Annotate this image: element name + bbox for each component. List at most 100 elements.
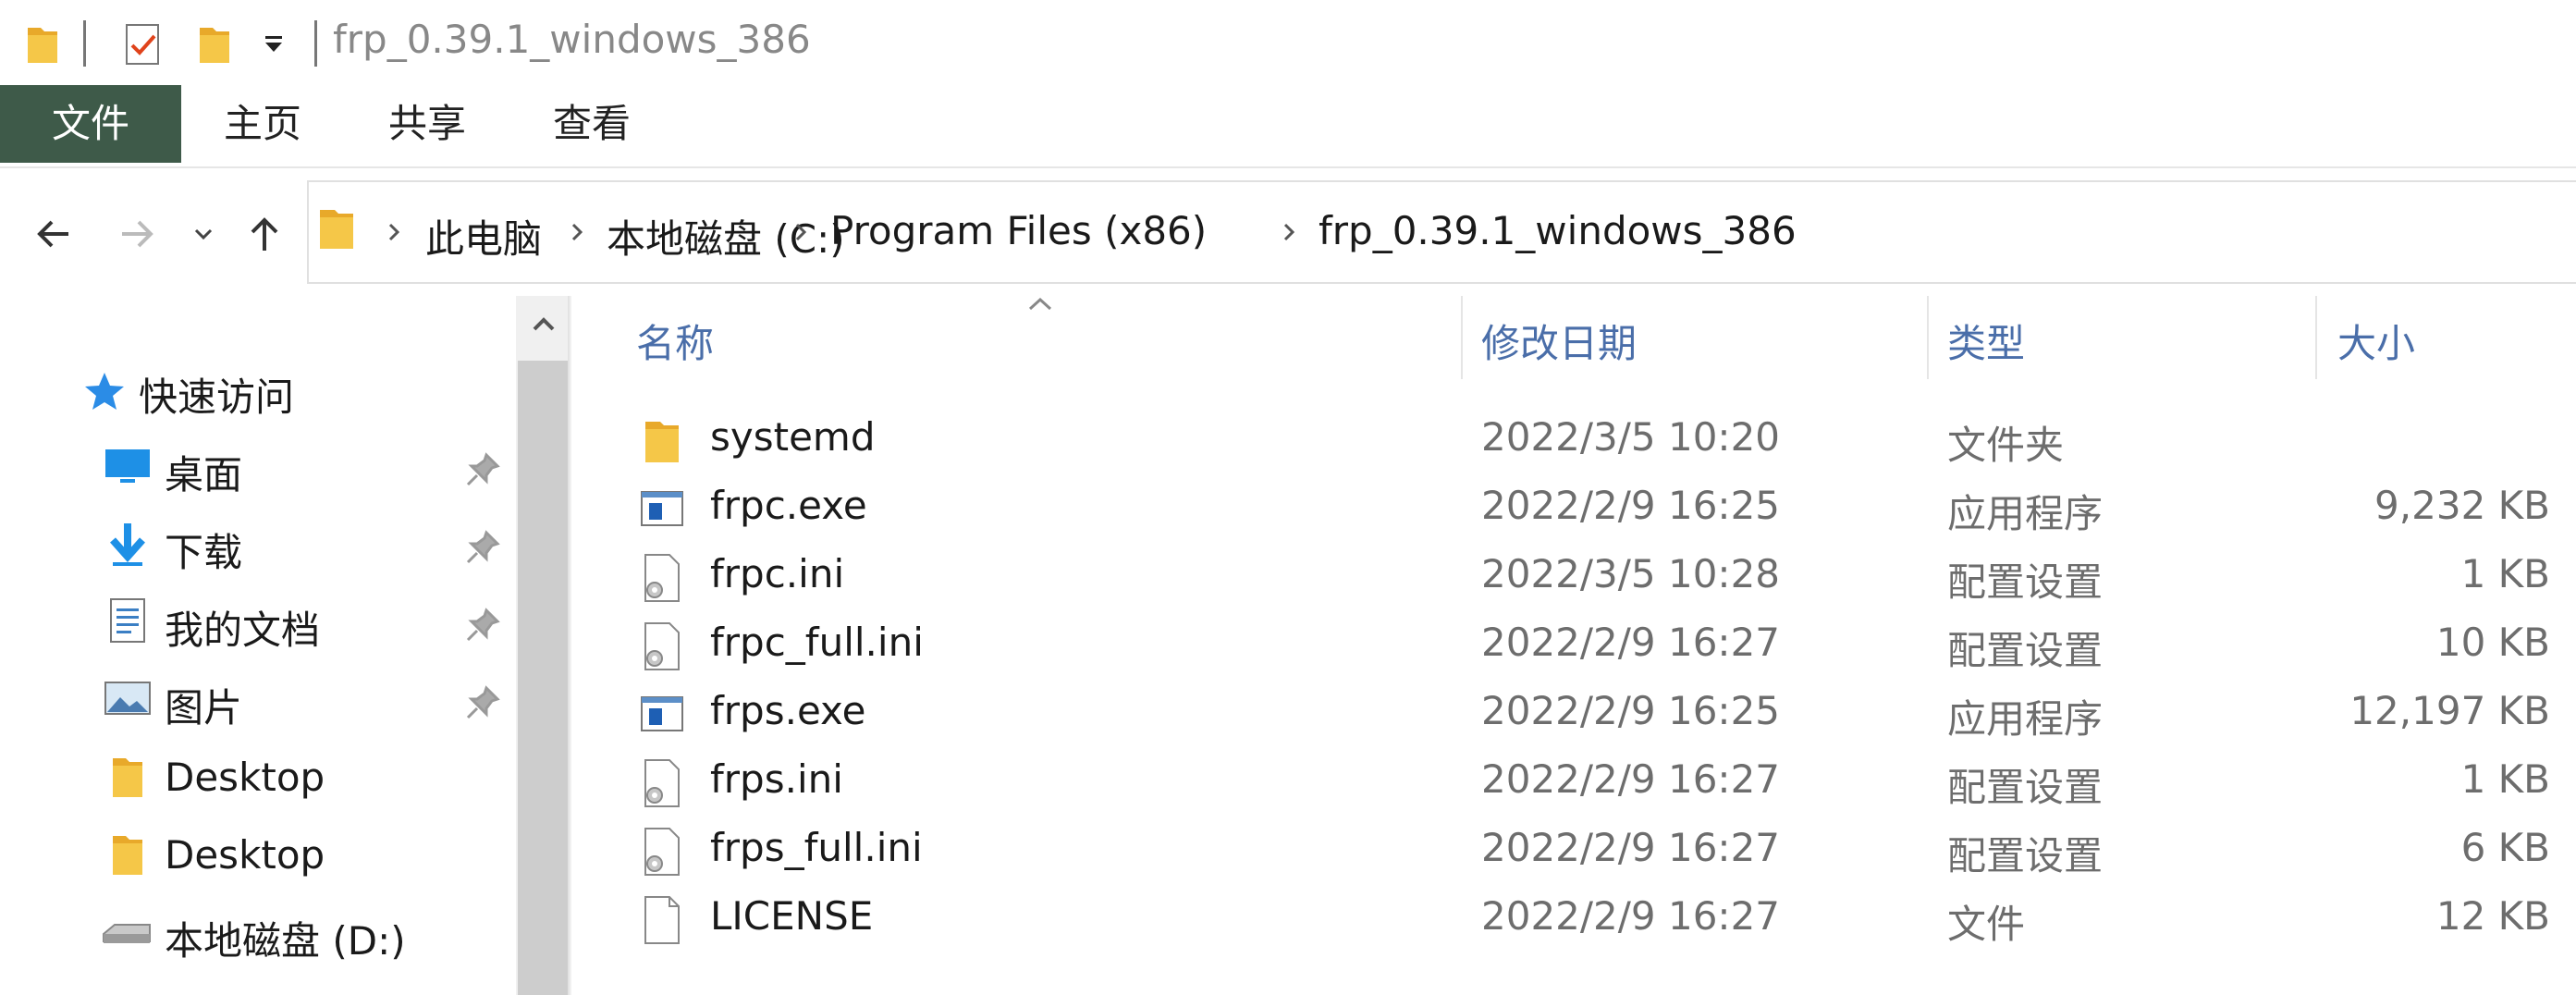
star-icon <box>85 373 124 410</box>
folder-icon <box>113 836 142 875</box>
sidebar-item-desktop[interactable]: 桌面 <box>0 429 518 503</box>
sidebar-item-pictures[interactable]: 图片 <box>0 662 518 736</box>
column-header-type[interactable]: 类型 <box>1947 313 2025 369</box>
exe-icon <box>641 696 683 731</box>
file-modified-date: 2022/2/9 16:27 <box>1481 756 1781 802</box>
file-type: 配置设置 <box>1947 559 2104 605</box>
file-modified-date: 2022/2/9 16:27 <box>1481 620 1781 665</box>
tab-file[interactable]: 文件 <box>0 85 181 163</box>
file-row-frpc-full-ini[interactable]: frpc_full.ini 2022/2/9 16:27 配置设置 10 KB <box>627 612 2569 681</box>
file-row-frps-exe[interactable]: frps.exe 2022/2/9 16:25 应用程序 12,197 KB <box>627 681 2569 749</box>
column-header-name[interactable]: 名称 <box>636 313 714 369</box>
sidebar-item-downloads[interactable]: 下载 <box>0 507 518 581</box>
sidebar-item-label: 本地磁盘 (D:) <box>165 918 406 964</box>
file-icon <box>644 896 680 944</box>
ini-icon <box>644 622 680 670</box>
address-bar[interactable]: 此电脑 本地磁盘 (C:) Program Files (x86) frp_0.… <box>307 180 2576 284</box>
file-row-frps-ini[interactable]: frps.ini 2022/2/9 16:27 配置设置 1 KB <box>627 749 2569 817</box>
folder-icon[interactable] <box>20 18 65 70</box>
file-row-frps-full-ini[interactable]: frps_full.ini 2022/2/9 16:27 配置设置 6 KB <box>627 817 2569 886</box>
drive-icon <box>103 924 151 943</box>
sidebar-item-label: 图片 <box>165 685 243 731</box>
ini-icon <box>644 554 680 602</box>
sidebar-item-label: 桌面 <box>165 452 243 498</box>
up-arrow-icon[interactable] <box>237 206 292 262</box>
file-type: 应用程序 <box>1947 491 2104 536</box>
documents-icon <box>110 598 145 643</box>
desktop-icon <box>105 449 150 483</box>
file-modified-date: 2022/3/5 10:28 <box>1481 551 1781 596</box>
file-type: 文件 <box>1947 902 2026 947</box>
breadcrumb-current-folder[interactable]: frp_0.39.1_windows_386 <box>1319 208 1797 253</box>
file-modified-date: 2022/3/5 10:20 <box>1481 414 1781 460</box>
chevron-right-icon[interactable] <box>381 219 407 245</box>
chevron-right-icon[interactable] <box>1276 219 1302 245</box>
pin-icon[interactable] <box>462 682 503 723</box>
exe-icon <box>641 491 683 526</box>
breadcrumb-this-pc[interactable]: 此电脑 <box>425 208 542 264</box>
sidebar-item-desktop-folder[interactable]: Desktop <box>0 817 518 891</box>
scroll-up-arrow-icon[interactable] <box>529 313 558 335</box>
file-size: 1 KB <box>2460 551 2550 596</box>
file-type: 配置设置 <box>1947 765 2104 810</box>
toolbar-separator <box>314 20 317 67</box>
sidebar-item-label: 快速访问 <box>139 375 295 420</box>
file-size: 12 KB <box>2435 893 2550 939</box>
file-name: frps.ini <box>710 756 843 802</box>
chevron-right-icon[interactable] <box>788 219 814 245</box>
file-row-systemd[interactable]: systemd 2022/3/5 10:20 文件夹 <box>627 407 2569 475</box>
folder-icon <box>113 758 142 797</box>
window-title: frp_0.39.1_windows_386 <box>333 17 811 62</box>
tab-home[interactable]: 主页 <box>198 85 327 163</box>
file-modified-date: 2022/2/9 16:27 <box>1481 825 1781 870</box>
forward-arrow-icon[interactable] <box>109 206 165 262</box>
file-row-frpc-exe[interactable]: frpc.exe 2022/2/9 16:25 应用程序 9,232 KB <box>627 475 2569 544</box>
tab-share[interactable]: 共享 <box>362 85 492 163</box>
chevron-right-icon[interactable] <box>564 219 590 245</box>
file-size: 9,232 KB <box>2374 483 2550 528</box>
column-header-size[interactable]: 大小 <box>2337 313 2415 369</box>
title-bar: frp_0.39.1_windows_386 <box>0 0 2576 85</box>
tab-view[interactable]: 查看 <box>527 85 656 163</box>
folder-icon <box>645 422 679 462</box>
column-separator[interactable] <box>1461 296 1463 379</box>
sidebar-item-label: Desktop <box>165 755 325 800</box>
sort-ascending-icon <box>1028 297 1052 311</box>
scrollbar-thumb[interactable] <box>518 361 570 995</box>
properties-icon[interactable] <box>120 18 166 70</box>
pane-divider <box>568 296 570 995</box>
file-row-frpc-ini[interactable]: frpc.ini 2022/3/5 10:28 配置设置 1 KB <box>627 544 2569 612</box>
pin-icon[interactable] <box>462 527 503 568</box>
file-name: frpc_full.ini <box>710 620 924 665</box>
new-folder-icon[interactable] <box>192 18 237 70</box>
sidebar-item-documents[interactable]: 我的文档 <box>0 584 518 658</box>
file-type: 配置设置 <box>1947 833 2104 878</box>
file-modified-date: 2022/2/9 16:25 <box>1481 688 1781 733</box>
sidebar-item-label: 下载 <box>165 530 243 575</box>
file-row-license[interactable]: LICENSE 2022/2/9 16:27 文件 12 KB <box>627 886 2569 954</box>
back-arrow-icon[interactable] <box>26 206 81 262</box>
file-name: LICENSE <box>710 893 874 939</box>
navigation-bar: 此电脑 本地磁盘 (C:) Program Files (x86) frp_0.… <box>0 180 2576 284</box>
sidebar-item-label: 我的文档 <box>165 608 321 653</box>
column-header-modified[interactable]: 修改日期 <box>1481 313 1637 369</box>
recent-locations-chevron-icon[interactable] <box>176 206 231 262</box>
column-separator[interactable] <box>2315 296 2317 379</box>
column-separator[interactable] <box>1927 296 1929 379</box>
file-type: 应用程序 <box>1947 696 2104 742</box>
file-name: frpc.ini <box>710 551 845 596</box>
sidebar-item-local-disk-d[interactable]: 本地磁盘 (D:) <box>0 895 518 969</box>
file-name: frps.exe <box>710 688 866 733</box>
file-type: 配置设置 <box>1947 628 2104 673</box>
sidebar-item-quick-access[interactable]: 快速访问 <box>0 351 518 425</box>
pin-icon[interactable] <box>462 449 503 490</box>
navigation-pane: 快速访问 桌面 下载 我的文档 图片 Desktop Desktop 本地磁盘 … <box>0 296 518 995</box>
toolbar-separator <box>83 20 86 67</box>
file-size: 10 KB <box>2435 620 2550 665</box>
sidebar-item-desktop-folder[interactable]: Desktop <box>0 740 518 814</box>
file-type: 文件夹 <box>1947 423 2065 468</box>
breadcrumb-program-files-x86[interactable]: Program Files (x86) <box>830 208 1207 253</box>
pin-icon[interactable] <box>462 605 503 645</box>
customize-dropdown-icon[interactable] <box>255 18 292 70</box>
ini-icon <box>644 828 680 876</box>
